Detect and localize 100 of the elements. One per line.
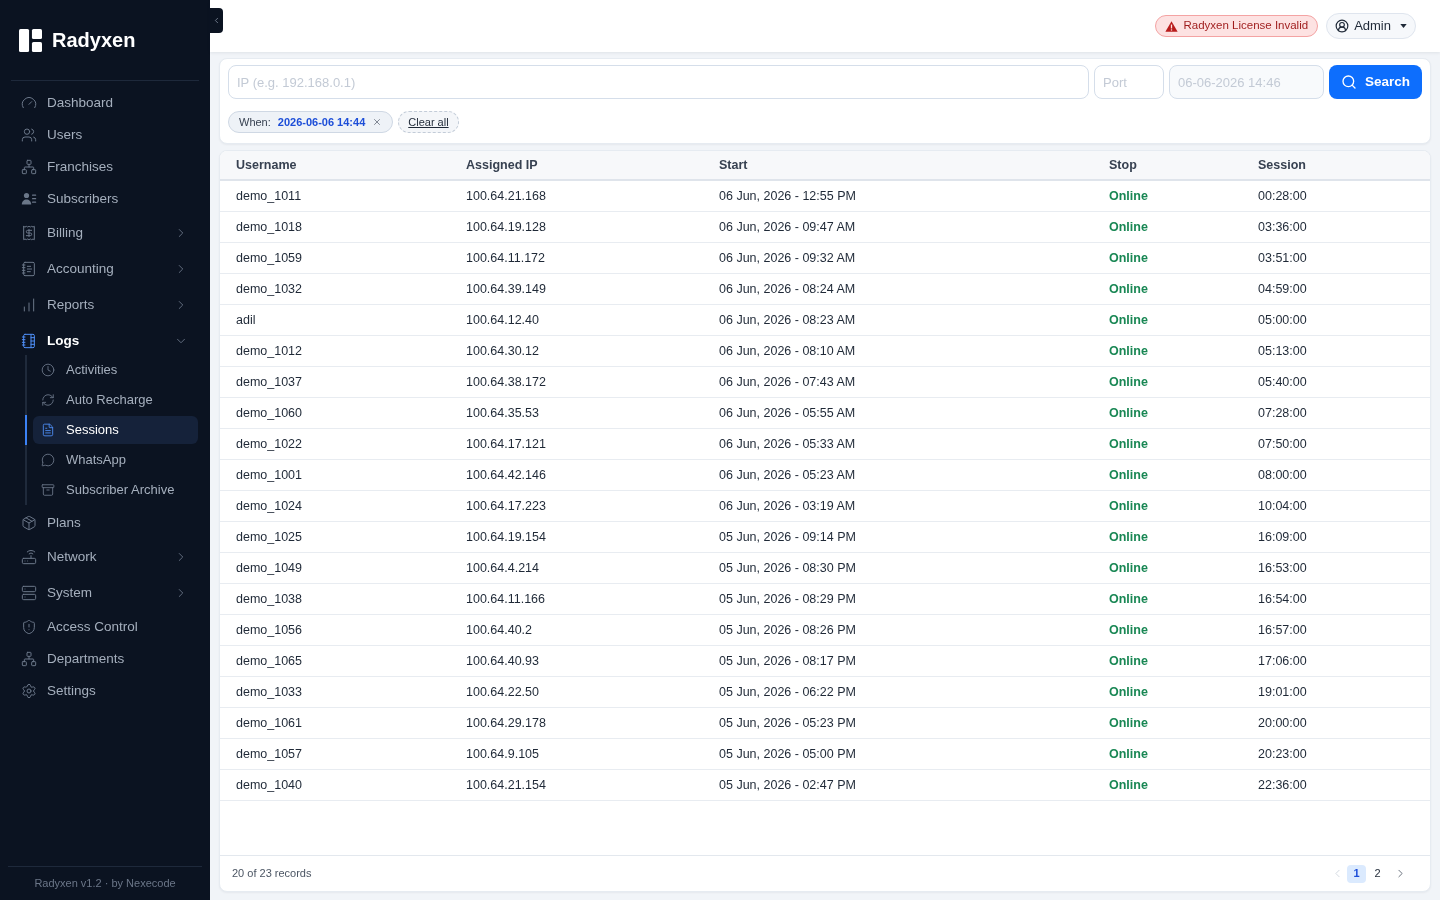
sidebar-item[interactable]: Network <box>0 539 210 575</box>
clear-all-button[interactable]: Clear all <box>398 111 459 133</box>
table-cell-text: demo_1056 <box>236 621 304 639</box>
status-cell-text: Online <box>1109 435 1149 453</box>
table-cell-text: 100.64.35.53 <box>466 404 540 422</box>
bar-chart-icon <box>21 297 37 313</box>
table-cell-text: 05 Jun, 2026 - 09:14 PM <box>719 528 857 546</box>
sidebar-item[interactable]: Dashboard <box>0 87 210 119</box>
table-cell-text: 17:06:00 <box>1258 652 1308 670</box>
logo-icon <box>19 28 42 52</box>
table-cell-text: 100.64.42.146 <box>466 466 547 484</box>
page-button[interactable]: 1 <box>1347 864 1366 883</box>
ip-input-field[interactable]: IP (e.g. 192.168.0.1) <box>228 65 1089 99</box>
sidebar-subitem[interactable]: Activities <box>33 356 198 384</box>
status-cell-text: Online <box>1109 187 1149 205</box>
table-cell-text: demo_1040 <box>236 776 304 794</box>
table-cell-text: 08:00:00 <box>1258 466 1308 484</box>
table-cell-text: 06 Jun, 2026 - 08:24 AM <box>719 280 857 298</box>
clock-icon <box>41 363 55 377</box>
sidebar-subitem[interactable]: Sessions <box>33 416 198 444</box>
table-cell-text: 100.64.21.154 <box>466 776 547 794</box>
sidebar-item[interactable]: Logs <box>0 323 210 359</box>
table-cell-text: demo_1065 <box>236 652 304 670</box>
sidebar-item[interactable]: Franchises <box>0 151 210 183</box>
caret-icon <box>1400 24 1407 28</box>
version-text: Radyxen v1.2 · by Nexecode <box>34 876 176 892</box>
server-icon <box>21 585 37 601</box>
column-header: Assigned IP <box>466 156 539 174</box>
status-cell-text: Online <box>1109 311 1149 329</box>
table-cell-text: demo_1049 <box>236 559 304 577</box>
search-button[interactable]: Search <box>1329 65 1422 99</box>
user-menu-button[interactable]: Admin <box>1326 13 1416 39</box>
sidebar-item[interactable]: Users <box>0 119 210 151</box>
table-cell-text: 03:36:00 <box>1258 218 1308 236</box>
table-cell-text: 06 Jun, 2026 - 12:55 PM <box>719 187 857 205</box>
table-cell-text: 100.64.12.40 <box>466 311 540 329</box>
sidebar-subitem[interactable]: Auto Recharge <box>33 386 198 414</box>
table-cell-text: 100.64.21.168 <box>466 187 547 205</box>
table-cell-text: 05 Jun, 2026 - 08:30 PM <box>719 559 857 577</box>
sidebar-item[interactable]: Subscribers <box>0 183 210 215</box>
table-cell-text: 100.64.40.93 <box>466 652 540 670</box>
table-cell-text: 100.64.17.121 <box>466 435 547 453</box>
table-cell-text: 100.64.30.12 <box>466 342 540 360</box>
hierarchy-icon <box>21 651 37 667</box>
settings-icon <box>21 683 37 699</box>
sidebar-item[interactable]: System <box>0 575 210 611</box>
table-cell-text: 07:28:00 <box>1258 404 1308 422</box>
status-cell-text: Online <box>1109 776 1149 794</box>
status-cell-text: Online <box>1109 497 1149 515</box>
refresh-icon <box>41 393 55 407</box>
table-cell-text: demo_1060 <box>236 404 304 422</box>
status-cell-text: Online <box>1109 218 1149 236</box>
status-cell-text: Online <box>1109 404 1149 422</box>
status-cell-text: Online <box>1109 249 1149 267</box>
status-cell-text: Online <box>1109 683 1149 701</box>
sidebar-item[interactable]: Billing <box>0 215 210 251</box>
table-cell-text: 10:04:00 <box>1258 497 1308 515</box>
router-icon <box>21 549 37 565</box>
table-cell-text: demo_1024 <box>236 497 304 515</box>
sidebar-subitem[interactable]: Subscriber Archive <box>33 476 198 504</box>
sidebar-subitem[interactable]: WhatsApp <box>33 446 198 474</box>
close-icon <box>372 117 383 127</box>
table-cell-text: 100.64.9.105 <box>466 745 540 763</box>
sidebar-item[interactable]: Accounting <box>0 251 210 287</box>
status-cell-text: Online <box>1109 652 1149 670</box>
sidebar-item[interactable]: Departments <box>0 643 210 675</box>
table-cell-text: 16:53:00 <box>1258 559 1308 577</box>
table-cell-text: 100.64.11.166 <box>466 590 546 608</box>
sidebar-item[interactable]: Access Control <box>0 611 210 643</box>
user-list-icon <box>21 191 37 207</box>
table-cell-text: 03:51:00 <box>1258 249 1308 267</box>
collapse-sidebar-button[interactable] <box>210 8 223 33</box>
sidebar-item[interactable]: Plans <box>0 507 210 539</box>
column-header: Stop <box>1109 156 1138 174</box>
table-cell-text: 04:59:00 <box>1258 280 1308 298</box>
page-button[interactable]: 2 <box>1368 864 1387 883</box>
table-cell-text: demo_1059 <box>236 249 304 267</box>
status-cell-text: Online <box>1109 280 1149 298</box>
table-cell-text: 05 Jun, 2026 - 05:23 PM <box>719 714 857 732</box>
status-cell-text: Online <box>1109 342 1149 360</box>
table-cell-text: 06 Jun, 2026 - 09:47 AM <box>719 218 857 236</box>
table-cell-text: adil <box>236 311 257 329</box>
table-cell-text: demo_1057 <box>236 745 304 763</box>
remove-filter-button[interactable] <box>372 117 383 127</box>
table-cell-text: demo_1061 <box>236 714 304 732</box>
table-cell-text: 05:13:00 <box>1258 342 1308 360</box>
table-cell-text: 100.64.29.178 <box>466 714 547 732</box>
table-cell-text: demo_1037 <box>236 373 304 391</box>
table-cell-text: 05:40:00 <box>1258 373 1308 391</box>
notebook-icon <box>21 333 37 349</box>
sidebar-item[interactable]: Settings <box>0 675 210 707</box>
sidebar-item[interactable]: Reports <box>0 287 210 323</box>
table-cell-text: 06 Jun, 2026 - 08:23 AM <box>719 311 857 329</box>
table-cell-text: 05 Jun, 2026 - 06:22 PM <box>719 683 857 701</box>
user-avatar-icon <box>1335 19 1350 33</box>
table-cell-text: demo_1025 <box>236 528 304 546</box>
port-input-field[interactable]: Port <box>1094 65 1164 99</box>
archive-icon <box>41 483 55 497</box>
table-cell-text: demo_1022 <box>236 435 304 453</box>
table-cell-text: demo_1032 <box>236 280 304 298</box>
